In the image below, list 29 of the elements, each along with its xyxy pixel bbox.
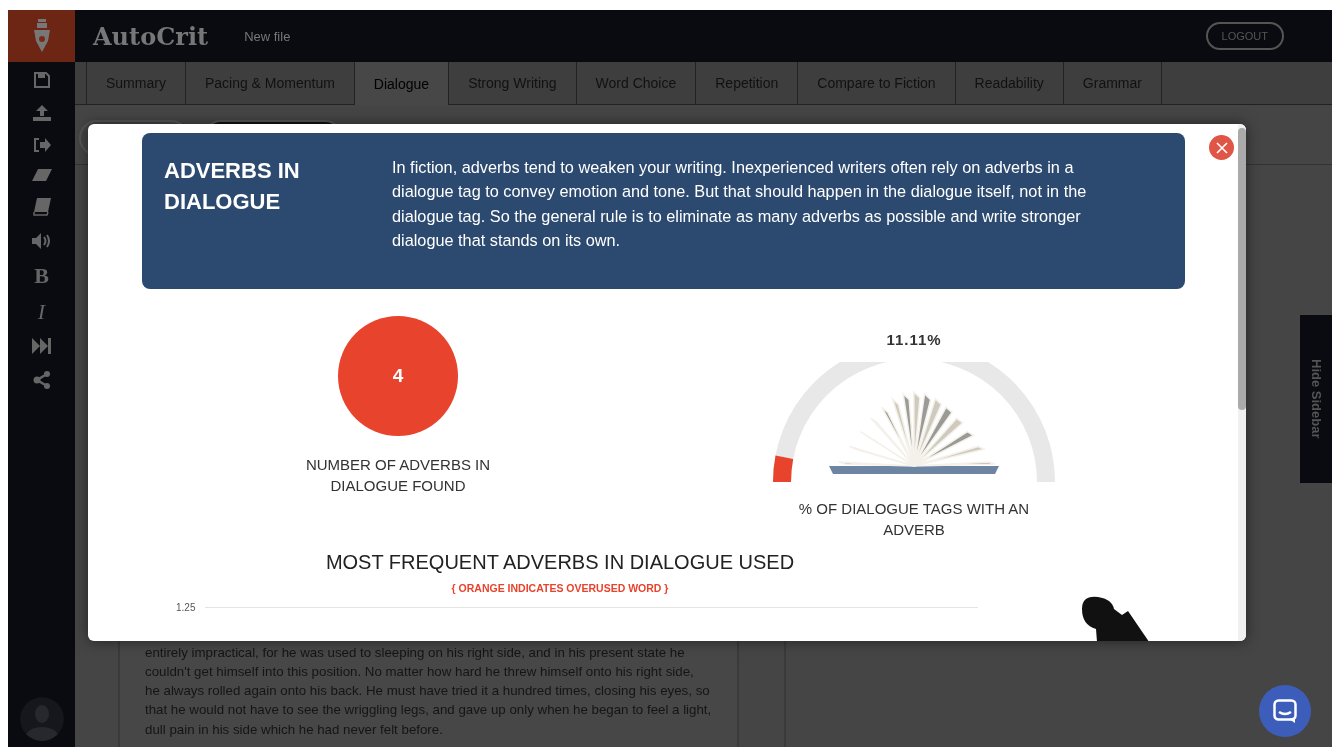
italic-button[interactable]: I (37, 302, 46, 321)
gauge-label: % OF DIALOGUE TAGS WITH AN ADVERB (797, 499, 1031, 540)
close-icon (1215, 141, 1228, 154)
fast-forward-icon[interactable] (31, 338, 52, 354)
hide-sidebar-tab[interactable]: Hide Sidebar (1300, 315, 1332, 483)
app-logo: AutoCrit (93, 21, 209, 51)
gauge-reading: 11.11% (886, 331, 942, 348)
file-name: New file (244, 28, 291, 44)
book-icon[interactable] (32, 198, 51, 216)
logout-button[interactable]: LOGOUT (1205, 22, 1284, 50)
speaker-icon[interactable] (31, 233, 52, 249)
save-icon[interactable] (33, 72, 50, 88)
chart-subtitle: { ORANGE INDICATES OVERUSED WORD } (451, 582, 669, 594)
count-circle: 4 (338, 316, 458, 436)
upload-icon[interactable] (32, 105, 51, 121)
share-icon[interactable] (32, 371, 51, 389)
chat-icon (1273, 699, 1297, 723)
bold-button[interactable]: B (34, 266, 49, 285)
modal-title: ADVERBS IN DIALOGUE (164, 157, 301, 216)
chart-title: MOST FREQUENT ADVERBS IN DIALOGUE USED (325, 551, 795, 574)
scrollbar-thumb[interactable] (1238, 128, 1246, 410)
count-label: NUMBER OF ADVERBS IN DIALOGUE FOUND (304, 455, 492, 496)
y-axis-tick: 1.25 (176, 602, 196, 613)
tab[interactable]: Dialogue (353, 62, 449, 105)
modal-description: In fiction, adverbs tend to weaken your writing. Inexperienced writers often rely on adverbs in a dialogue tag to convey emotion and tone. But that should happen in the dialogue itself, not in the dialogue tag. So the general rule is to eliminate as many adverbs as possible and write stronger dialogue that stands on its own. (392, 157, 1088, 251)
close-button[interactable] (1209, 135, 1234, 160)
pen-logo-icon (8, 10, 75, 62)
sign-out-icon[interactable] (32, 138, 51, 152)
eraser-icon[interactable] (31, 169, 52, 181)
